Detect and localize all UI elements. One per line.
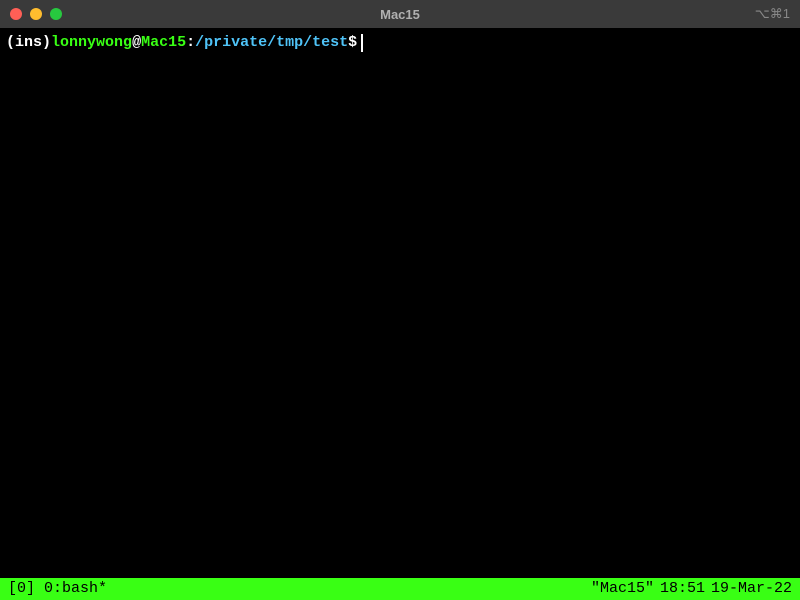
- window-shortcut-hint: ⌥⌘1: [755, 6, 790, 22]
- prompt-dollar: $: [348, 32, 357, 55]
- prompt-path: /private/tmp/test: [195, 32, 348, 55]
- prompt-user: lonnywong: [51, 32, 132, 55]
- maximize-button[interactable]: [50, 8, 62, 20]
- tmux-status-left: [0] 0:bash*: [8, 578, 107, 600]
- window-titlebar: Mac15 ⌥⌘1: [0, 0, 800, 28]
- tmux-date: 19-Mar-22: [711, 578, 792, 600]
- tmux-statusbar: [0] 0:bash* "Mac15" 18:51 19-Mar-22: [0, 578, 800, 600]
- traffic-lights: [10, 8, 62, 20]
- terminal-body[interactable]: (ins)lonnywong@Mac15:/private/tmp/test$: [0, 28, 800, 578]
- prompt-mode: ins: [15, 32, 42, 55]
- tmux-session-window: [0] 0:bash*: [8, 578, 107, 600]
- minimize-button[interactable]: [30, 8, 42, 20]
- window-title: Mac15: [380, 7, 420, 22]
- tmux-time: 18:51: [660, 578, 705, 600]
- prompt-line: (ins)lonnywong@Mac15:/private/tmp/test$: [6, 32, 794, 55]
- cursor: [361, 34, 363, 52]
- tmux-status-right: "Mac15" 18:51 19-Mar-22: [591, 578, 792, 600]
- prompt-mode-close: ): [42, 32, 51, 55]
- prompt-mode-open: (: [6, 32, 15, 55]
- prompt-colon: :: [186, 32, 195, 55]
- close-button[interactable]: [10, 8, 22, 20]
- prompt-host: Mac15: [141, 32, 186, 55]
- tmux-hostname: "Mac15": [591, 578, 654, 600]
- prompt-at: @: [132, 32, 141, 55]
